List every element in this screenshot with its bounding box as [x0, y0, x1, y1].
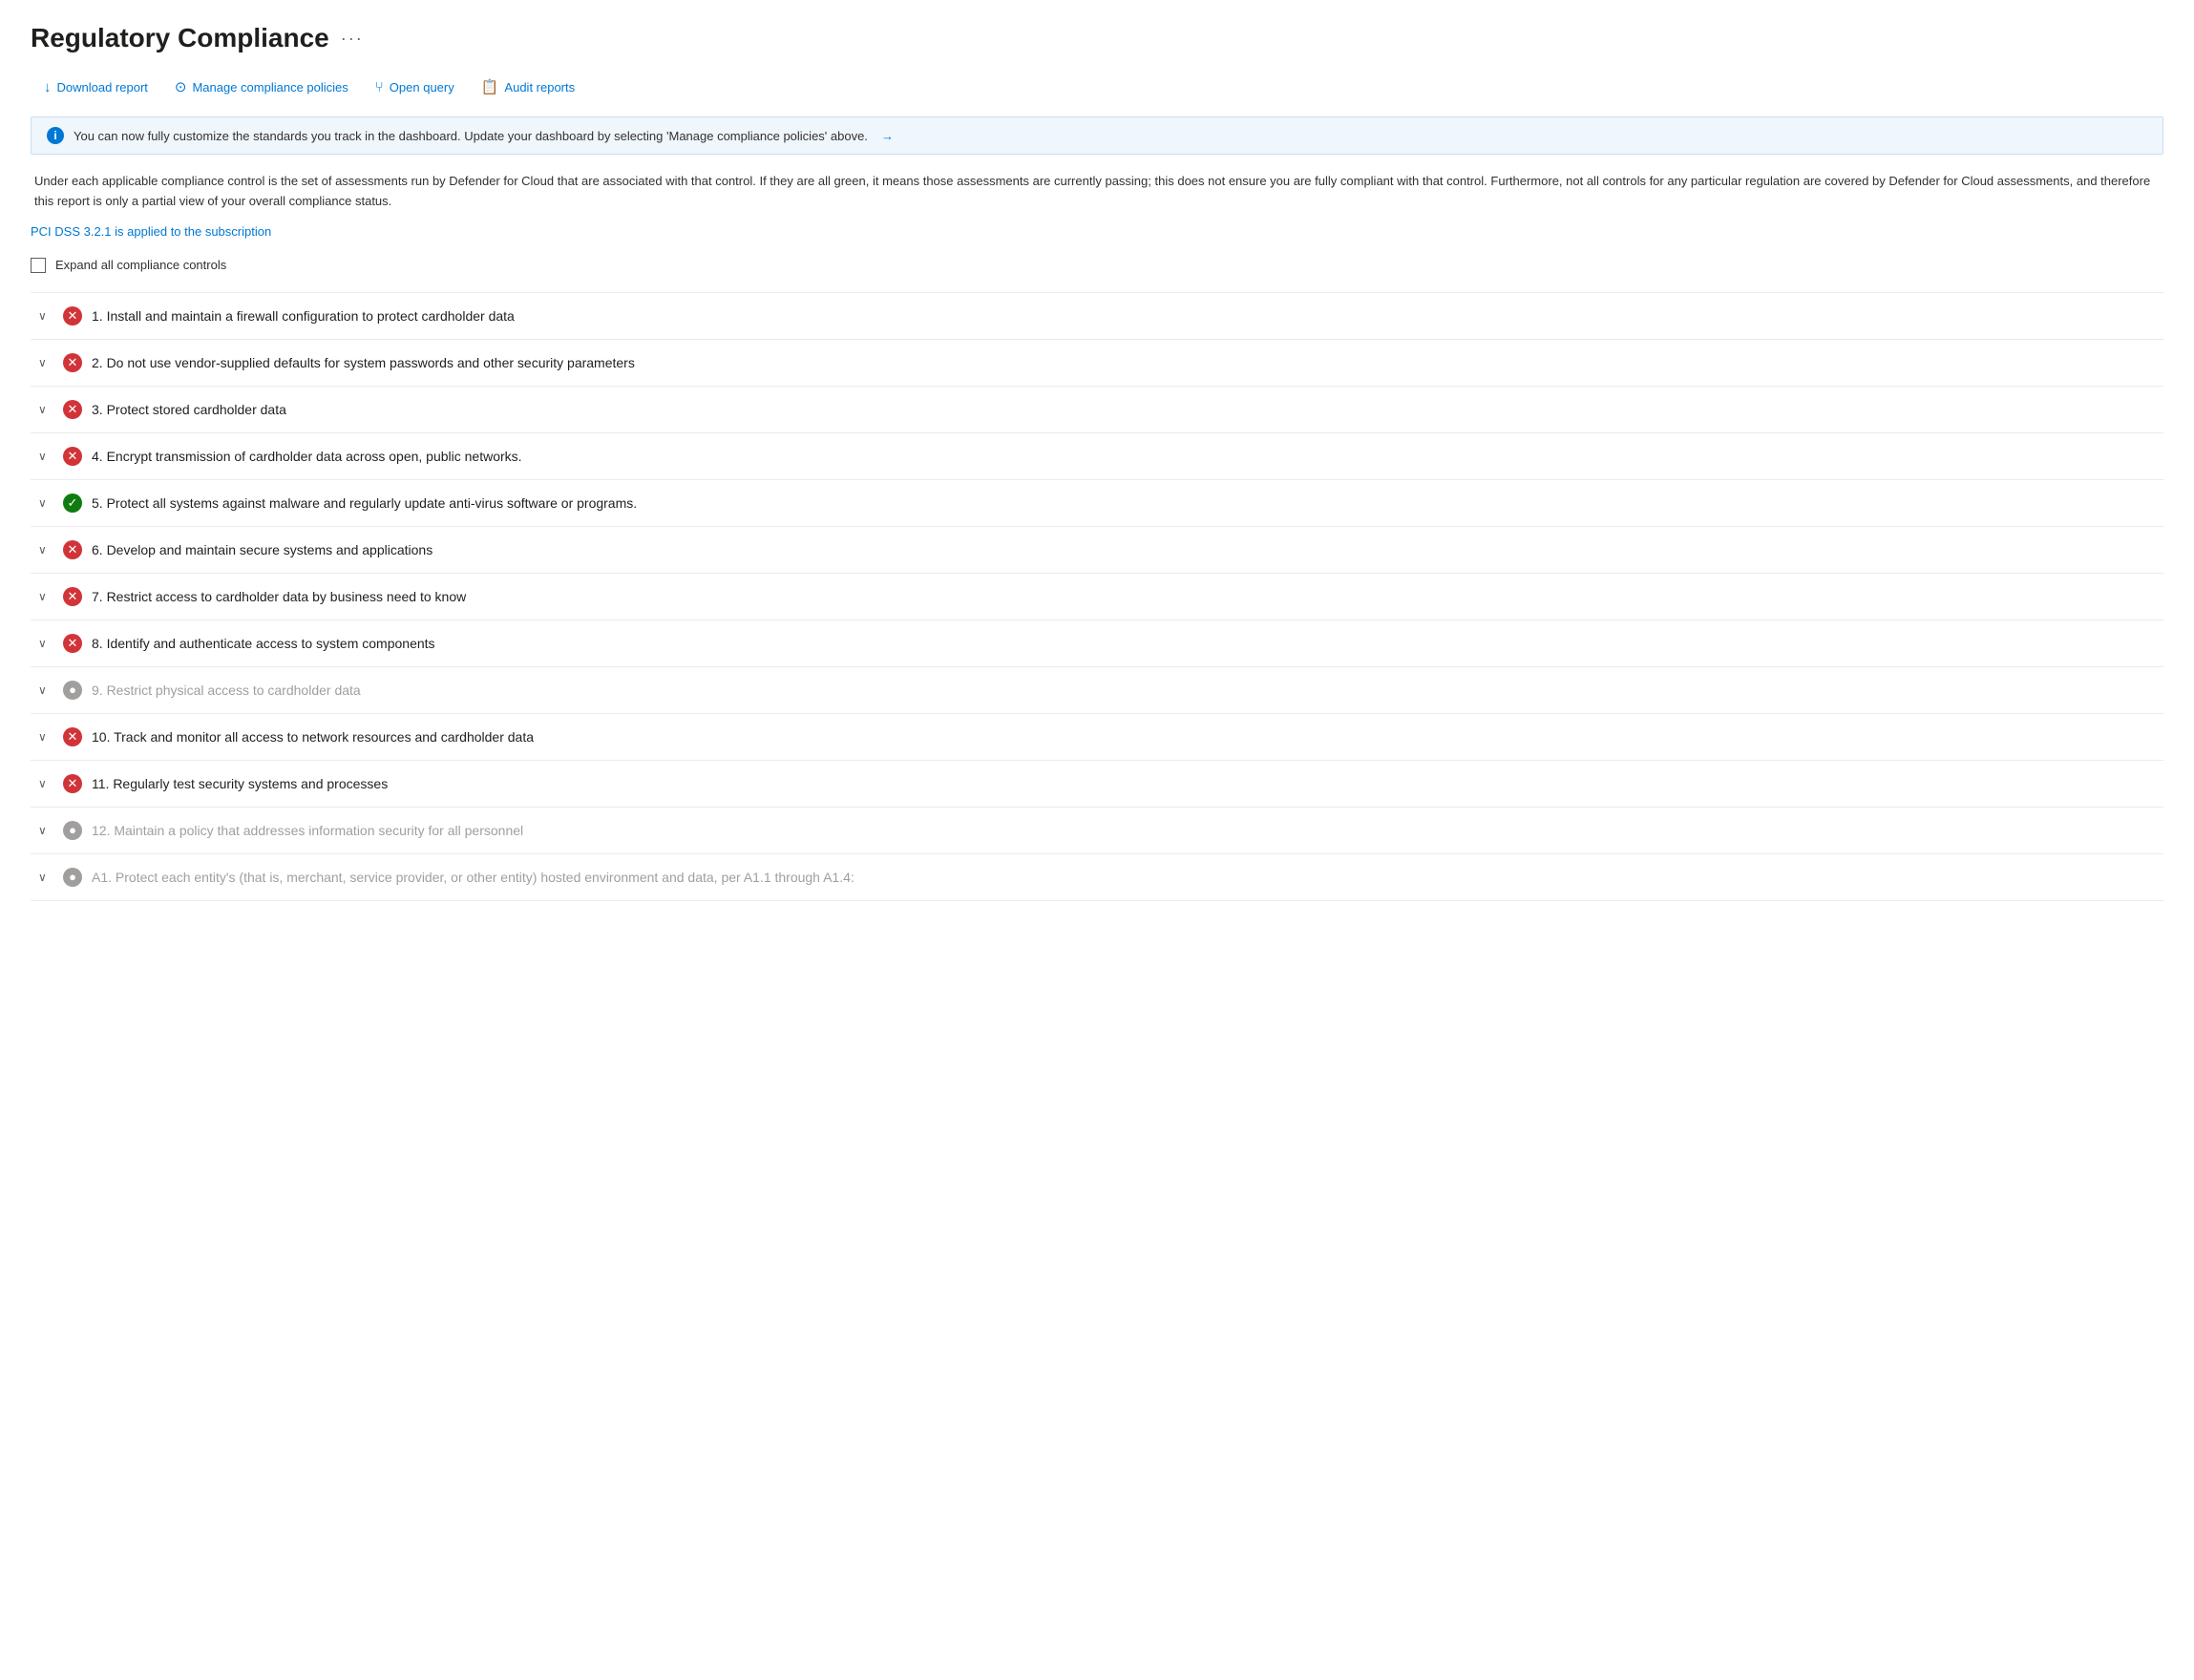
- compliance-item-6[interactable]: ∨ ✕ 6. Develop and maintain secure systems…: [31, 527, 2163, 574]
- status-icon: ✓: [63, 494, 82, 513]
- chevron-icon: ∨: [38, 496, 53, 510]
- chevron-icon: ∨: [38, 683, 53, 697]
- info-banner-arrow[interactable]: →: [881, 129, 894, 143]
- chevron-icon: ∨: [38, 543, 53, 556]
- compliance-item-label: 5. Protect all systems against malware a…: [92, 495, 637, 511]
- info-banner: i You can now fully customize the standa…: [31, 116, 2163, 155]
- subscription-link[interactable]: PCI DSS 3.2.1 is applied to the subscrip…: [31, 224, 271, 239]
- status-icon: ●: [63, 681, 82, 700]
- compliance-item-9[interactable]: ∨ ● 9. Restrict physical access to cardhol…: [31, 667, 2163, 714]
- compliance-item-4[interactable]: ∨ ✕ 4. Encrypt transmission of cardholder …: [31, 433, 2163, 480]
- compliance-item-11[interactable]: ∨ ✕ 11. Regularly test security systems an…: [31, 761, 2163, 808]
- chevron-icon: ∨: [38, 590, 53, 603]
- manage-icon: ⊙: [175, 78, 187, 95]
- download-report-button[interactable]: ↓ Download report: [31, 74, 161, 101]
- page-title-ellipsis: ···: [341, 29, 364, 49]
- compliance-item-label: 12. Maintain a policy that addresses inf…: [92, 823, 523, 838]
- status-icon: ✕: [63, 447, 82, 466]
- chevron-icon: ∨: [38, 356, 53, 369]
- compliance-item-1[interactable]: ∨ ✕ 1. Install and maintain a firewall con…: [31, 293, 2163, 340]
- page-title: Regulatory Compliance: [31, 23, 329, 53]
- expand-all-label: Expand all compliance controls: [55, 258, 226, 272]
- expand-all-row: Expand all compliance controls: [31, 258, 2163, 273]
- chevron-icon: ∨: [38, 730, 53, 744]
- page-title-container: Regulatory Compliance ···: [31, 23, 2163, 53]
- audit-icon: 📋: [481, 78, 499, 95]
- status-icon: ✕: [63, 353, 82, 372]
- chevron-icon: ∨: [38, 871, 53, 884]
- open-query-button[interactable]: ⑂ Open query: [362, 74, 468, 101]
- chevron-icon: ∨: [38, 403, 53, 416]
- compliance-item-8[interactable]: ∨ ✕ 8. Identify and authenticate access to…: [31, 620, 2163, 667]
- status-icon: ✕: [63, 634, 82, 653]
- compliance-item-7[interactable]: ∨ ✕ 7. Restrict access to cardholder data …: [31, 574, 2163, 620]
- query-icon: ⑂: [375, 79, 384, 95]
- info-icon: i: [47, 127, 64, 144]
- chevron-icon: ∨: [38, 309, 53, 323]
- compliance-item-12[interactable]: ∨ ● 12. Maintain a policy that addresses i…: [31, 808, 2163, 854]
- compliance-item-label: 9. Restrict physical access to cardholde…: [92, 682, 361, 698]
- manage-compliance-button[interactable]: ⊙ Manage compliance policies: [161, 73, 362, 101]
- compliance-item-10[interactable]: ∨ ✕ 10. Track and monitor all access to ne…: [31, 714, 2163, 761]
- description-text: Under each applicable compliance control…: [31, 172, 2163, 212]
- compliance-item-label: 1. Install and maintain a firewall confi…: [92, 308, 515, 324]
- compliance-item-label: 6. Develop and maintain secure systems a…: [92, 542, 432, 557]
- chevron-icon: ∨: [38, 450, 53, 463]
- compliance-item-label: 7. Restrict access to cardholder data by…: [92, 589, 466, 604]
- compliance-item-2[interactable]: ∨ ✕ 2. Do not use vendor-supplied defaults…: [31, 340, 2163, 387]
- status-icon: ✕: [63, 587, 82, 606]
- compliance-item-label: 10. Track and monitor all access to netw…: [92, 729, 534, 745]
- status-icon: ✕: [63, 540, 82, 559]
- info-banner-text: You can now fully customize the standard…: [74, 129, 868, 143]
- compliance-item-label: 11. Regularly test security systems and …: [92, 776, 388, 791]
- compliance-item-label: 3. Protect stored cardholder data: [92, 402, 286, 417]
- status-icon: ●: [63, 821, 82, 840]
- compliance-item-3[interactable]: ∨ ✕ 3. Protect stored cardholder data: [31, 387, 2163, 433]
- compliance-item-label: 2. Do not use vendor-supplied defaults f…: [92, 355, 635, 370]
- audit-reports-button[interactable]: 📋 Audit reports: [468, 73, 588, 101]
- status-icon: ✕: [63, 727, 82, 746]
- status-icon: ●: [63, 868, 82, 887]
- compliance-item-13[interactable]: ∨ ● A1. Protect each entity's (that is, me…: [31, 854, 2163, 901]
- chevron-icon: ∨: [38, 824, 53, 837]
- compliance-item-5[interactable]: ∨ ✓ 5. Protect all systems against malware…: [31, 480, 2163, 527]
- status-icon: ✕: [63, 306, 82, 326]
- status-icon: ✕: [63, 774, 82, 793]
- compliance-item-label: 8. Identify and authenticate access to s…: [92, 636, 435, 651]
- compliance-item-label: A1. Protect each entity's (that is, merc…: [92, 870, 854, 885]
- toolbar: ↓ Download report ⊙ Manage compliance po…: [31, 73, 2163, 101]
- expand-all-checkbox[interactable]: [31, 258, 46, 273]
- chevron-icon: ∨: [38, 777, 53, 790]
- compliance-item-label: 4. Encrypt transmission of cardholder da…: [92, 449, 522, 464]
- chevron-icon: ∨: [38, 637, 53, 650]
- status-icon: ✕: [63, 400, 82, 419]
- download-icon: ↓: [44, 79, 52, 95]
- compliance-list: ∨ ✕ 1. Install and maintain a firewall con…: [31, 292, 2163, 901]
